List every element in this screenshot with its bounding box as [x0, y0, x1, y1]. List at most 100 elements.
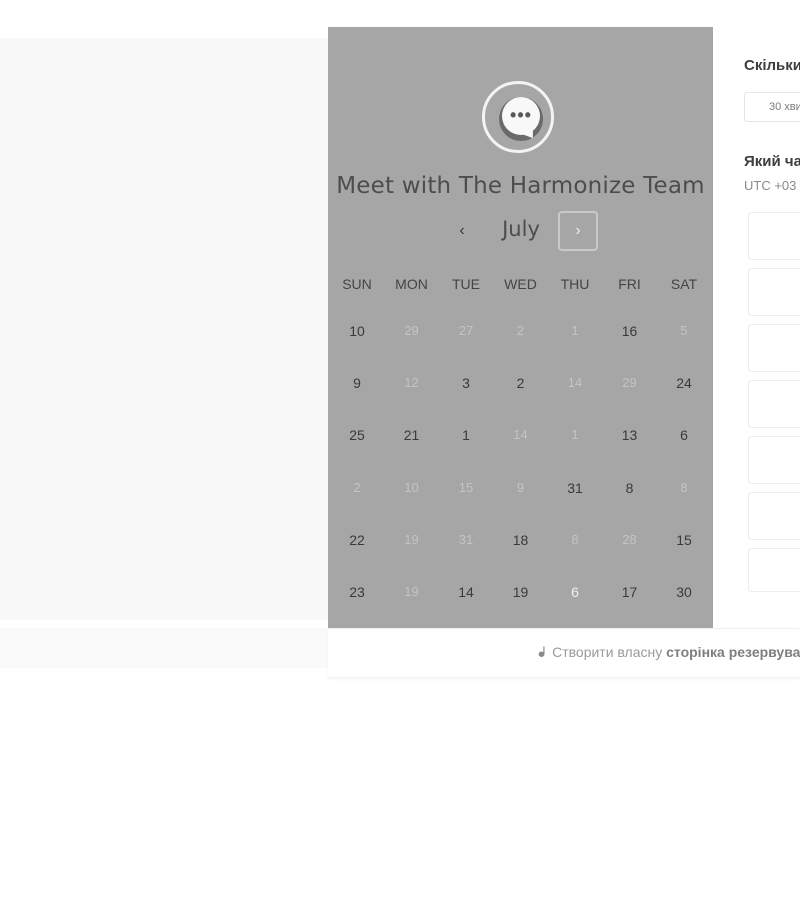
day-number: 19 [404, 584, 419, 599]
weekday-label: FRI [618, 276, 641, 292]
calendar-day[interactable]: 25 [330, 415, 384, 455]
calendar-day[interactable]: 15 [657, 520, 711, 560]
day-number: 8 [571, 531, 579, 547]
day-number: 8 [625, 479, 634, 496]
day-number: 1 [462, 427, 470, 444]
calendar-panel: ••• Meet with The Harmonize Team ‹ July … [328, 27, 713, 628]
day-number: 2 [516, 375, 525, 392]
calendar-day[interactable]: 9 [330, 363, 384, 403]
day-number: 9 [353, 375, 361, 392]
weekday-label: WED [504, 276, 537, 292]
day-number: 12 [404, 375, 419, 391]
calendar-day[interactable]: 17 [603, 572, 657, 612]
day-number: 14 [458, 584, 474, 600]
day-number: 30 [676, 584, 692, 600]
calendar-day[interactable]: 1 [439, 415, 493, 455]
day-number: 10 [404, 479, 419, 495]
calendar-day: 8 [657, 468, 711, 508]
calendar-day: 5 [657, 311, 711, 351]
time-slot-button[interactable] [748, 548, 800, 592]
day-number: 13 [621, 427, 638, 444]
day-number: 9 [516, 479, 525, 495]
time-slot-button[interactable] [748, 380, 800, 428]
footer-text-regular: Створити власну [552, 644, 663, 660]
day-number: 29 [622, 375, 637, 391]
time-slot-button[interactable] [748, 324, 800, 372]
calendar-day[interactable]: 14 [439, 572, 493, 612]
calendar-day[interactable]: 8 [603, 468, 657, 508]
calendar-day[interactable]: 31 [548, 468, 602, 508]
day-number: 5 [680, 323, 688, 338]
day-number: 17 [621, 584, 638, 600]
previous-month-button[interactable]: ‹ [452, 219, 472, 243]
day-number: 18 [512, 531, 529, 548]
day-number: 6 [680, 427, 688, 444]
footer-text-bold: сторінка резервуван [666, 644, 800, 660]
calendar-day[interactable]: 18 [494, 520, 548, 560]
month-label: July [502, 217, 540, 241]
time-slot-button[interactable] [748, 492, 800, 540]
background-footer [0, 628, 330, 668]
calendar-day: 1 [548, 415, 602, 455]
time-slot-button[interactable] [748, 268, 800, 316]
calendar-day[interactable]: 30 [657, 572, 711, 612]
day-number: 8 [680, 479, 688, 495]
calendar-day[interactable]: 24 [657, 363, 711, 403]
calendar-day: 1 [548, 311, 602, 351]
day-number: 19 [404, 531, 419, 547]
day-number: 31 [567, 479, 583, 496]
calendar-day[interactable]: 6 [657, 415, 711, 455]
create-booking-page-link[interactable]: ᖱ Створити власну сторінка резервуван [538, 644, 800, 661]
time-question: Який ча [744, 153, 800, 170]
day-number: 15 [458, 479, 474, 495]
calendar-day: 9 [494, 468, 548, 508]
calendar-day: 28 [603, 520, 657, 560]
calendar-day: 10 [385, 468, 439, 508]
day-number: 14 [513, 427, 528, 443]
calendar-day[interactable]: 3 [439, 363, 493, 403]
calendar-day[interactable]: 16 [603, 311, 657, 351]
day-number: 14 [567, 375, 583, 391]
footer-bar: ᖱ Створити власну сторінка резервуван [328, 628, 800, 677]
weekday-label: TUE [452, 276, 480, 292]
time-slot-button[interactable] [748, 436, 800, 484]
calendar-day[interactable]: 22 [330, 520, 384, 560]
day-number: 24 [676, 375, 692, 392]
weekday-label: SAT [670, 276, 698, 292]
day-number: 28 [622, 531, 637, 547]
day-number: 3 [462, 375, 470, 392]
calendar-day[interactable]: 23 [330, 572, 384, 612]
calendar-day: 8 [548, 520, 602, 560]
calendar-day[interactable]: 21 [385, 415, 439, 455]
calendar-day: 29 [603, 363, 657, 403]
calendar-day: 19 [385, 572, 439, 612]
calendar-day-selected[interactable]: 6 [548, 568, 602, 616]
day-number: 10 [349, 323, 365, 339]
weekday-label: SUN [342, 276, 372, 292]
weekday-label: THU [560, 276, 590, 292]
duration-question: Скільки [744, 57, 800, 74]
day-number: 16 [621, 323, 638, 339]
duration-select[interactable]: 30 хви [744, 92, 800, 122]
day-number: 2 [516, 323, 525, 338]
calendar-day[interactable]: 10 [330, 311, 384, 351]
calendar-grid: 10 29 27 2 1 16 5 9 12 3 2 14 29 24 25 21 1 14 1 13 6 2 10 15 9 3… [330, 323, 715, 647]
calendar-day: 14 [548, 363, 602, 403]
weekday-label: MON [395, 276, 428, 292]
calendar-day[interactable]: 13 [603, 415, 657, 455]
time-slot-button[interactable] [748, 212, 800, 260]
calendar-day: 31 [439, 520, 493, 560]
calendar-day: 29 [385, 311, 439, 351]
day-number: 6 [571, 584, 579, 600]
day-number: 2 [353, 479, 361, 495]
next-month-button[interactable]: › [558, 211, 598, 251]
day-number: 23 [349, 584, 365, 600]
calendar-day: 2 [330, 468, 384, 508]
day-number: 31 [458, 531, 474, 547]
calendar-day[interactable]: 2 [494, 363, 548, 403]
calendar-day[interactable]: 19 [494, 572, 548, 612]
calendar-day: 15 [439, 468, 493, 508]
timezone-label[interactable]: UTC +03 [744, 178, 796, 193]
calendar-day: 19 [385, 520, 439, 560]
hubspot-sprocket-icon: ᖱ [538, 644, 546, 660]
